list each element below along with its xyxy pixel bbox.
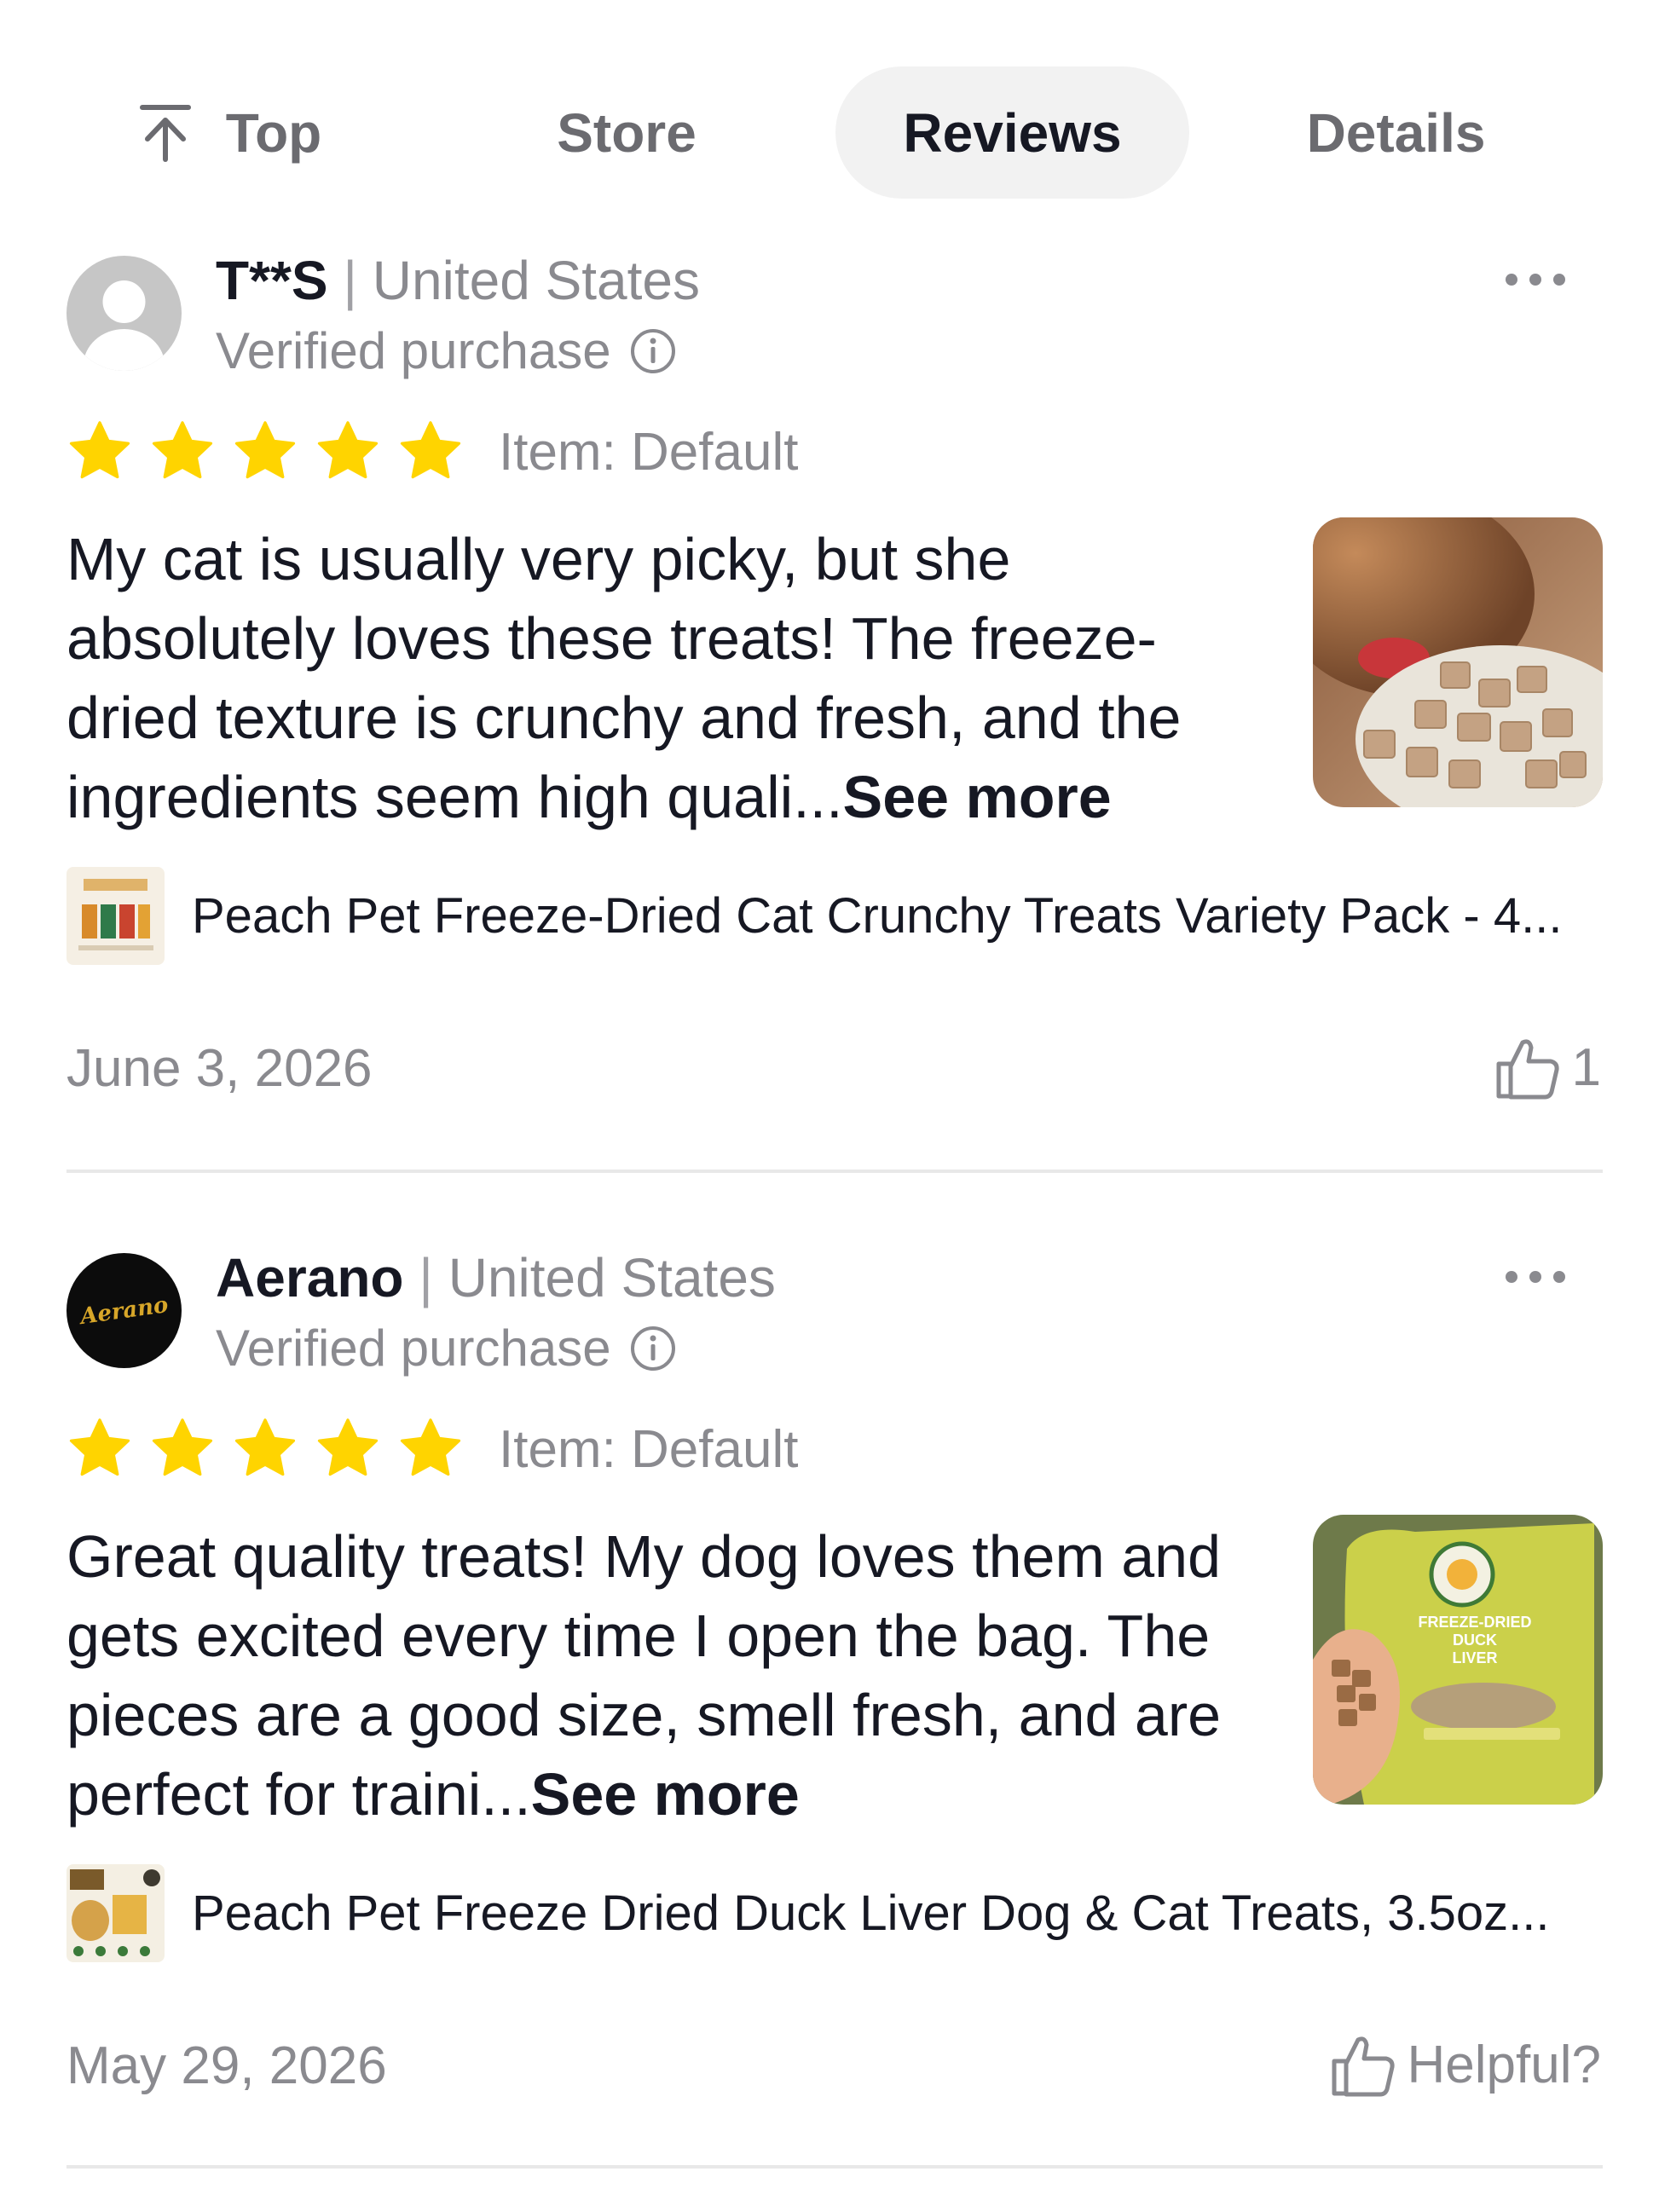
helpful-label: Helpful? [1407, 2036, 1601, 2094]
star-icon [400, 421, 461, 479]
reviewer-name[interactable]: T**S [216, 250, 328, 311]
see-more-link[interactable]: See more [843, 764, 1112, 830]
star-icon [317, 1418, 379, 1476]
tab-reviews-label: Reviews [903, 101, 1122, 164]
product-title: Peach Pet Freeze-Dried Cat Crunchy Treat… [192, 888, 1563, 944]
more-options-icon[interactable] [1506, 1268, 1565, 1285]
review-photo[interactable] [1313, 517, 1603, 807]
product-thumbnail [66, 867, 165, 965]
product-link[interactable]: Peach Pet Freeze-Dried Cat Crunchy Treat… [66, 867, 1601, 965]
star-rating [66, 1415, 480, 1481]
star-icon [152, 421, 213, 479]
tab-reviews[interactable]: Reviews [835, 66, 1189, 199]
item-variant: Item: Default [499, 423, 799, 482]
verified-purchase: Verified purchase [216, 1323, 676, 1374]
reviewer-country: United States [372, 250, 700, 311]
verified-purchase: Verified purchase [216, 326, 676, 377]
product-title: Peach Pet Freeze Dried Duck Liver Dog & … [192, 1886, 1550, 1941]
reviewer-line: T**S | United States [216, 253, 700, 308]
thumbs-up-icon [1332, 2036, 1395, 2097]
star-icon [400, 1418, 461, 1476]
separator: | [343, 250, 357, 311]
product-thumbnail [66, 1864, 165, 1962]
review-text: My cat is usually very picky, but she ab… [66, 520, 1269, 837]
more-options-icon[interactable] [1506, 271, 1565, 288]
tab-top[interactable]: Top [115, 66, 345, 199]
star-icon [234, 421, 296, 479]
avatar[interactable]: Aerano [66, 1253, 182, 1368]
tab-bar: Top Store Reviews Details [0, 66, 1659, 199]
review-date: June 3, 2026 [66, 1039, 373, 1098]
helpful-button[interactable]: 1 [1494, 1036, 1601, 1100]
product-link[interactable]: Peach Pet Freeze Dried Duck Liver Dog & … [66, 1864, 1601, 1962]
arrow-up-to-top-icon [139, 103, 192, 163]
helpful-count: 1 [1571, 1038, 1601, 1097]
reviewer-line: Aerano | United States [216, 1250, 776, 1305]
avatar[interactable] [66, 256, 182, 371]
divider [66, 1170, 1603, 1173]
reviewer-name[interactable]: Aerano [216, 1247, 404, 1308]
info-icon[interactable] [630, 328, 676, 374]
verified-purchase-label: Verified purchase [216, 1320, 611, 1377]
verified-purchase-label: Verified purchase [216, 322, 611, 379]
helpful-button[interactable]: Helpful? [1329, 2033, 1601, 2098]
photo-bag-text: FREEZE-DRIED [1418, 1614, 1531, 1631]
star-icon [234, 1418, 296, 1476]
review-date: May 29, 2026 [66, 2036, 387, 2095]
thumbs-up-icon [1496, 1039, 1559, 1100]
tab-details-label: Details [1306, 101, 1486, 164]
star-icon [317, 421, 379, 479]
divider [66, 2165, 1603, 2169]
default-user-icon [83, 280, 165, 371]
avatar-logo-text: Aerano [78, 1291, 170, 1330]
tab-store[interactable]: Store [512, 66, 742, 199]
see-more-link[interactable]: See more [531, 1761, 800, 1828]
star-icon [152, 1418, 213, 1476]
tab-store-label: Store [557, 101, 697, 164]
review-photo[interactable]: FREEZE-DRIED DUCK LIVER [1313, 1515, 1603, 1805]
item-variant: Item: Default [499, 1420, 799, 1479]
separator: | [419, 1247, 433, 1308]
info-icon[interactable] [630, 1325, 676, 1372]
star-icon [69, 421, 130, 479]
tab-details[interactable]: Details [1279, 66, 1513, 199]
review-text: Great quality treats! My dog loves them … [66, 1517, 1269, 1834]
star-rating [66, 418, 480, 484]
photo-bag-text: LIVER [1452, 1649, 1497, 1666]
tab-top-label: Top [225, 101, 322, 164]
photo-bag-text: DUCK [1453, 1632, 1497, 1649]
reviewer-country: United States [448, 1247, 776, 1308]
star-icon [69, 1418, 130, 1476]
